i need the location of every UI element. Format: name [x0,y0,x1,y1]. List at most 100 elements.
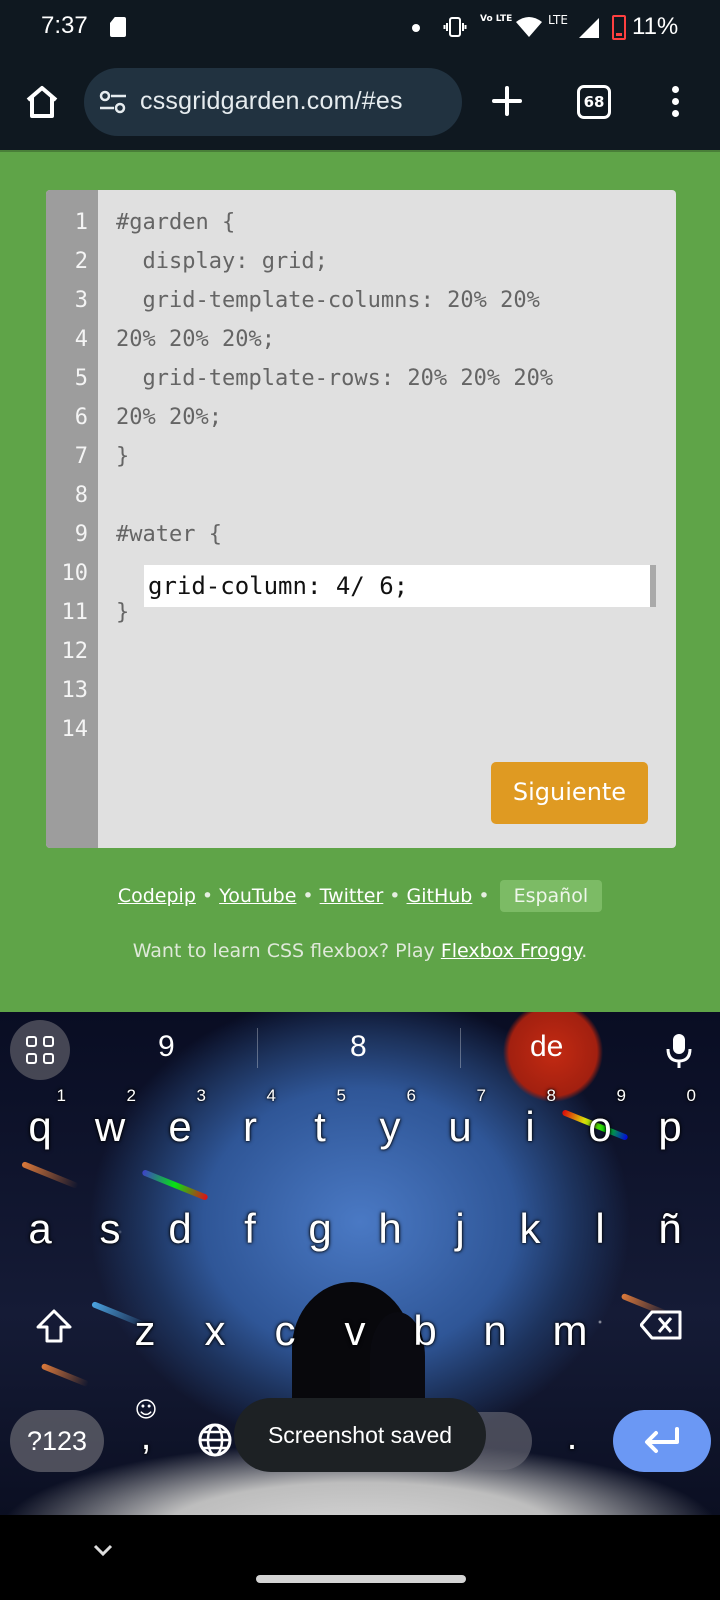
key-j[interactable]: j [430,1194,490,1274]
suggestion-2[interactable]: 8 [350,1030,367,1064]
answer-field[interactable] [144,565,656,607]
key-e[interactable]: e3 [150,1086,210,1172]
vibrate-icon [443,17,467,37]
key-w[interactable]: w2 [80,1086,140,1172]
key-k[interactable]: k [500,1194,560,1274]
line-number: 1 [74,210,88,235]
github-link[interactable]: GitHub [407,885,473,907]
promo-label: Want to learn CSS flexbox? Play [132,940,441,962]
code-line: display: grid; [116,249,328,274]
key-q[interactable]: q1 [10,1086,70,1172]
key-period[interactable]: . [542,1402,602,1482]
key-y[interactable]: y6 [360,1086,420,1172]
new-tab-icon[interactable] [490,84,524,118]
backspace-icon[interactable] [640,1310,682,1340]
navigation-bar [0,1515,720,1600]
site-settings-icon[interactable] [98,90,128,114]
separator: • [478,885,490,907]
sd-card-icon [110,17,126,37]
enter-icon [645,1427,679,1453]
apps-grid-icon[interactable] [10,1020,70,1080]
key-v[interactable]: v [325,1296,385,1376]
key-n-tilde[interactable]: ñ [640,1194,700,1274]
key-t[interactable]: t5 [290,1086,350,1172]
line-number: 13 [61,678,89,703]
key-o[interactable]: o9 [570,1086,630,1172]
tabs-button[interactable]: 68 [577,85,611,119]
language-selector[interactable]: Español [499,880,603,912]
line-number: 5 [74,366,88,391]
line-number: 4 [74,327,88,352]
key-g[interactable]: g [290,1194,350,1274]
key-n[interactable]: n [465,1296,525,1376]
battery-percent: 11% [632,13,679,40]
key-u[interactable]: u7 [430,1086,490,1172]
home-gesture-bar[interactable] [256,1575,466,1583]
suggestion-1[interactable]: 9 [158,1030,175,1064]
line-number: 2 [74,249,88,274]
key-r[interactable]: r4 [220,1086,280,1172]
key-b[interactable]: b [395,1296,455,1376]
key-hint: 0 [686,1086,696,1105]
key-p[interactable]: p0 [640,1086,700,1172]
key-label: e [168,1103,192,1150]
line-number-gutter: 1 2 3 4 5 6 7 8 9 10 11 12 13 14 [46,190,98,848]
url-text: cssgridgarden.com/#es [140,87,403,115]
key-i[interactable]: i8 [500,1086,560,1172]
signal-icon [579,18,599,38]
chevron-down-icon[interactable] [92,1539,114,1561]
line-number: 8 [74,483,88,508]
globe-icon[interactable] [197,1422,233,1458]
key-hint: 9 [616,1086,626,1105]
address-bar[interactable]: cssgridgarden.com/#es [84,68,462,136]
twitter-link[interactable]: Twitter [320,885,384,907]
key-label: w [94,1103,126,1150]
key-h[interactable]: h [360,1194,420,1274]
key-l[interactable]: l [570,1194,630,1274]
browser-toolbar: cssgridgarden.com/#es 68 [0,58,720,150]
key-comma[interactable]: , [116,1402,176,1482]
codepip-link[interactable]: Codepip [118,885,196,907]
flexbox-froggy-link[interactable]: Flexbox Froggy [441,940,581,962]
code-line: } [116,444,130,469]
css-answer-input[interactable] [148,565,638,607]
suggestion-3[interactable]: de [530,1030,563,1064]
lte-label: LTE [548,13,568,27]
line-number: 11 [61,600,89,625]
next-level-button[interactable]: Siguiente [491,762,648,824]
line-number: 6 [74,405,88,430]
key-hint: 3 [196,1086,206,1105]
key-label: i [525,1103,535,1150]
key-label: q [28,1103,52,1150]
line-number: 3 [74,288,88,313]
key-z[interactable]: z [115,1296,175,1376]
microphone-icon[interactable] [664,1032,694,1070]
key-s[interactable]: s [80,1194,140,1274]
key-hint: 1 [56,1086,66,1105]
separator: • [201,885,214,907]
key-f[interactable]: f [220,1194,280,1274]
enter-key[interactable] [613,1410,711,1472]
wifi-icon [516,17,542,37]
key-label: u [448,1103,472,1150]
volte-icon: Vo LTE [480,14,513,24]
key-label: y [379,1103,401,1150]
home-icon[interactable] [22,82,62,122]
key-c[interactable]: c [255,1296,315,1376]
code-line: } [116,600,130,625]
symbols-key[interactable]: ?123 [10,1410,104,1472]
shift-icon[interactable] [34,1308,74,1344]
key-x[interactable]: x [185,1296,245,1376]
status-bar: 7:37 Vo LTE LTE 11% [0,0,720,58]
youtube-link[interactable]: YouTube [219,885,296,907]
menu-icon[interactable] [672,86,680,118]
key-hint: 2 [126,1086,136,1105]
key-m[interactable]: m [540,1296,600,1376]
key-hint: 6 [406,1086,416,1105]
key-label: t [314,1103,326,1150]
key-d[interactable]: d [150,1194,210,1274]
promo-text: Want to learn CSS flexbox? Play Flexbox … [0,940,720,962]
code-editor: 1 2 3 4 5 6 7 8 9 10 11 12 13 14 #garden… [46,190,676,848]
footer-links: Codepip • YouTube • Twitter • GitHub • Español [0,880,720,912]
key-a[interactable]: a [10,1194,70,1274]
